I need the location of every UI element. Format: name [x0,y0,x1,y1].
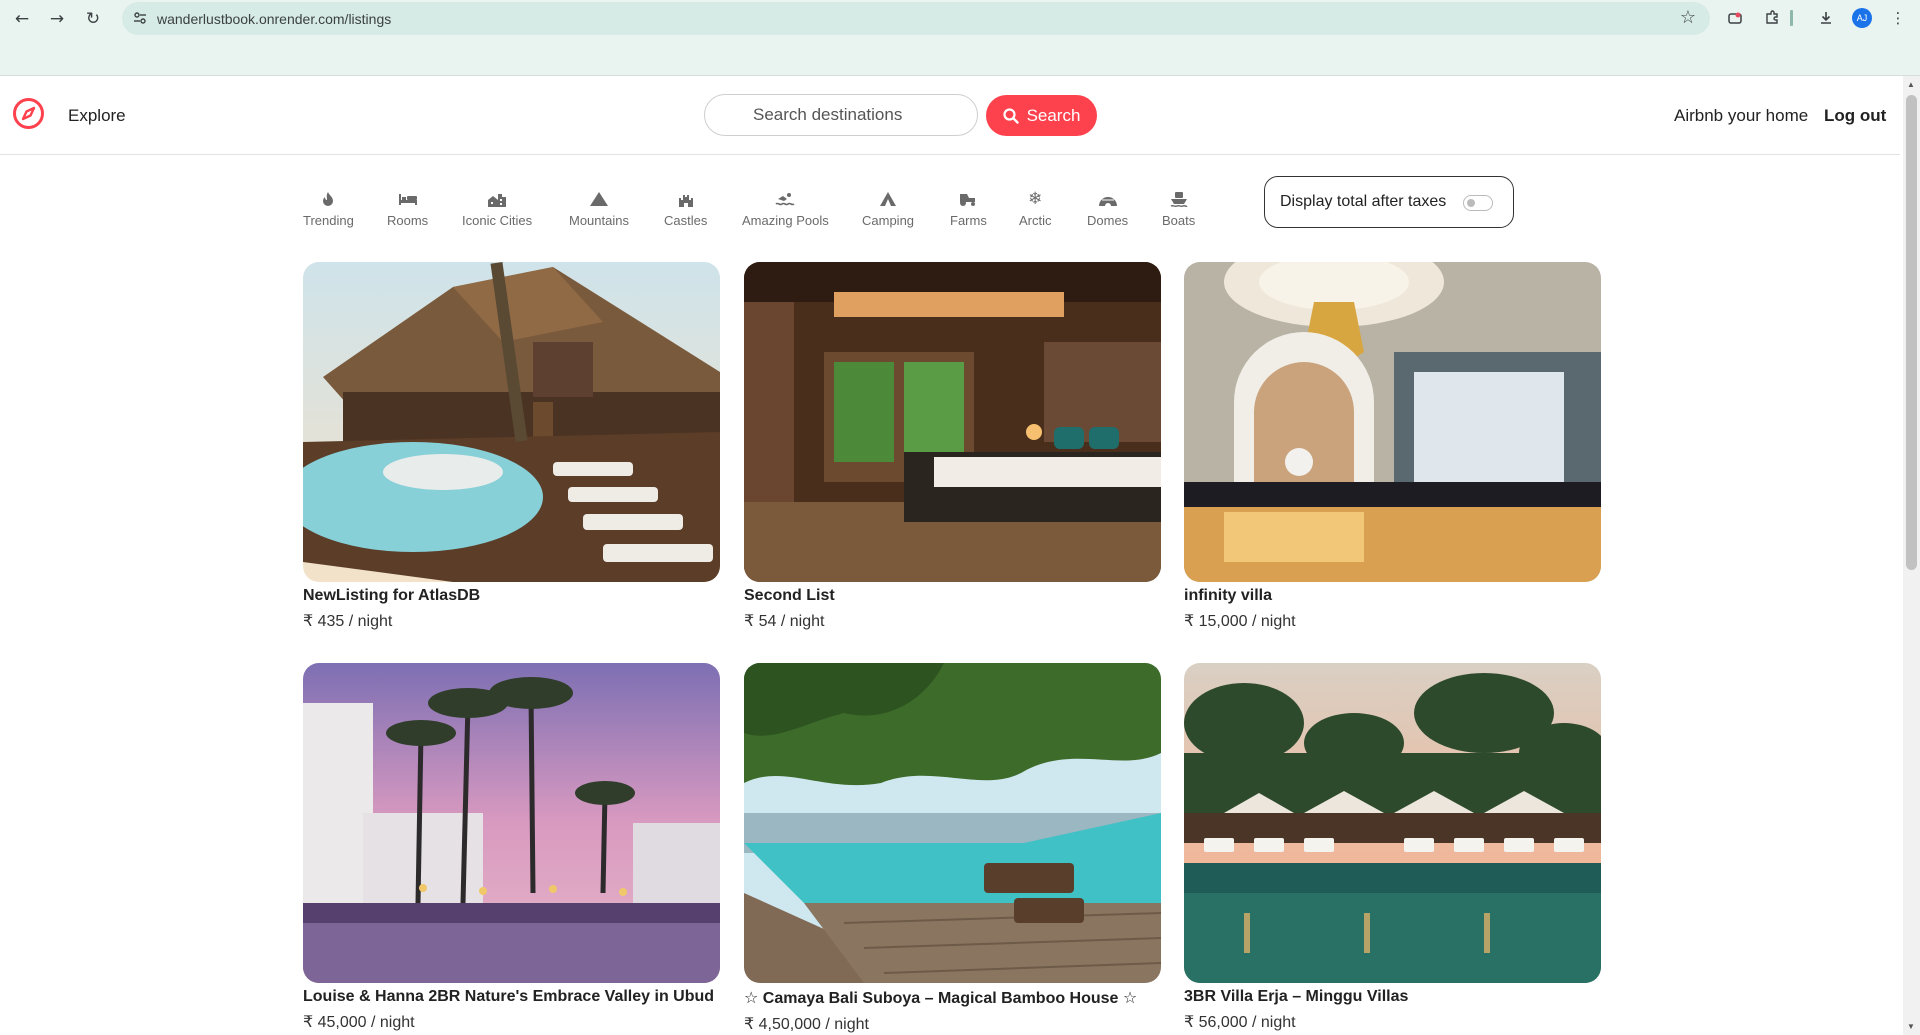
toolbar-divider [1790,10,1793,26]
listing-photo[interactable] [1184,262,1601,582]
listing-title: NewListing for AtlasDB [303,587,481,604]
logout-link[interactable]: Log out [1824,106,1886,126]
address-bar[interactable]: wanderlustbook.onrender.com/listings ☆ [122,2,1710,35]
listing-card[interactable]: Louise & Hanna 2BR Nature's Embrace Vall… [303,663,720,1032]
explore-link[interactable]: Explore [68,106,126,126]
tax-toggle-label: Display total after taxes [1280,193,1447,210]
filter-farms[interactable]: Farms [950,190,987,228]
filter-boats[interactable]: Boats [1162,190,1195,228]
search-input[interactable] [704,94,978,136]
download-icon[interactable] [1815,7,1837,29]
arrow-right-icon[interactable]: → [44,6,70,32]
swimmer-icon [775,190,795,208]
url-text: wanderlustbook.onrender.com/listings [157,11,392,27]
page-scrollbar[interactable]: ▲ ▼ [1903,76,1920,1035]
scroll-down-arrow-icon[interactable]: ▼ [1907,1022,1915,1031]
extension-icon[interactable] [1724,7,1746,29]
listing-price: ₹ 435 / night [303,613,393,630]
listing-card[interactable]: Second List ₹ 54 / night [744,262,1161,631]
airbnb-your-home-link[interactable]: Airbnb your home [1674,106,1808,126]
site-navbar: Explore Search Airbnb your home Log out [0,76,1900,155]
tractor-icon [958,190,978,208]
scroll-up-arrow-icon[interactable]: ▲ [1907,80,1915,89]
browser-toolbar: ← → ↻ wanderlustbook.onrender.com/listin… [0,0,1920,76]
mountain-icon [589,190,609,208]
listing-photo[interactable] [744,262,1161,582]
listing-card[interactable]: 3BR Villa Erja – Minggu Villas ₹ 56,000 … [1184,663,1601,1032]
listing-price: ₹ 4,50,000 / night [744,1016,869,1033]
bookmark-star-icon[interactable]: ☆ [1680,7,1696,28]
listing-price: ₹ 45,000 / night [303,1014,415,1031]
fire-icon [318,190,338,208]
filter-castles[interactable]: Castles [664,190,707,228]
snowflake-icon: ❄ [1028,189,1043,209]
listing-card[interactable]: ☆ Camaya Bali Suboya – Magical Bamboo Ho… [744,663,1161,1034]
bed-icon [398,190,418,208]
listing-price: ₹ 54 / night [744,613,825,630]
tent-icon [878,190,898,208]
filter-domes[interactable]: Domes [1087,190,1128,228]
filter-camping[interactable]: Camping [862,190,914,228]
listing-photo[interactable] [303,262,720,582]
search-icon [1002,107,1019,124]
compass-logo-icon[interactable] [12,97,45,130]
listing-title: Second List [744,587,835,604]
filter-rooms[interactable]: Rooms [387,190,428,228]
search-button[interactable]: Search [986,95,1097,136]
puzzle-extensions-icon[interactable] [1761,7,1783,29]
castle-icon [676,190,696,208]
scrollbar-thumb[interactable] [1906,95,1917,570]
profile-avatar[interactable]: AJ [1852,8,1872,28]
filter-iconic-cities[interactable]: Iconic Cities [462,190,532,228]
listing-photo[interactable] [1184,663,1601,983]
tax-switch[interactable] [1463,195,1493,211]
kebab-menu-icon[interactable]: ⋮ [1887,7,1909,29]
tax-toggle[interactable]: Display total after taxes [1264,176,1514,228]
listing-photo[interactable] [303,663,720,983]
city-icon [487,190,507,208]
ship-icon [1169,190,1189,208]
filter-mountains[interactable]: Mountains [569,190,629,228]
listing-title: Louise & Hanna 2BR Nature's Embrace Vall… [303,988,715,1005]
listing-card[interactable]: NewListing for AtlasDB ₹ 435 / night [303,262,720,631]
filter-amazing-pools[interactable]: Amazing Pools [742,190,829,228]
listing-photo[interactable] [744,663,1161,983]
listing-title: ☆ Camaya Bali Suboya – Magical Bamboo Ho… [744,990,1138,1007]
listing-title: 3BR Villa Erja – Minggu Villas [1184,988,1409,1005]
arrow-left-icon[interactable]: ← [9,6,35,32]
site-settings-icon[interactable] [133,11,147,25]
reload-icon[interactable]: ↻ [80,6,106,32]
igloo-icon [1098,190,1118,208]
filter-arctic[interactable]: ❄ Arctic [1019,189,1052,228]
listing-price: ₹ 15,000 / night [1184,613,1296,630]
listing-title: infinity villa [1184,587,1273,604]
search-button-label: Search [1026,105,1081,125]
listing-price: ₹ 56,000 / night [1184,1014,1296,1031]
filter-trending[interactable]: Trending [303,190,354,228]
listing-card[interactable]: infinity villa ₹ 15,000 / night [1184,262,1601,631]
